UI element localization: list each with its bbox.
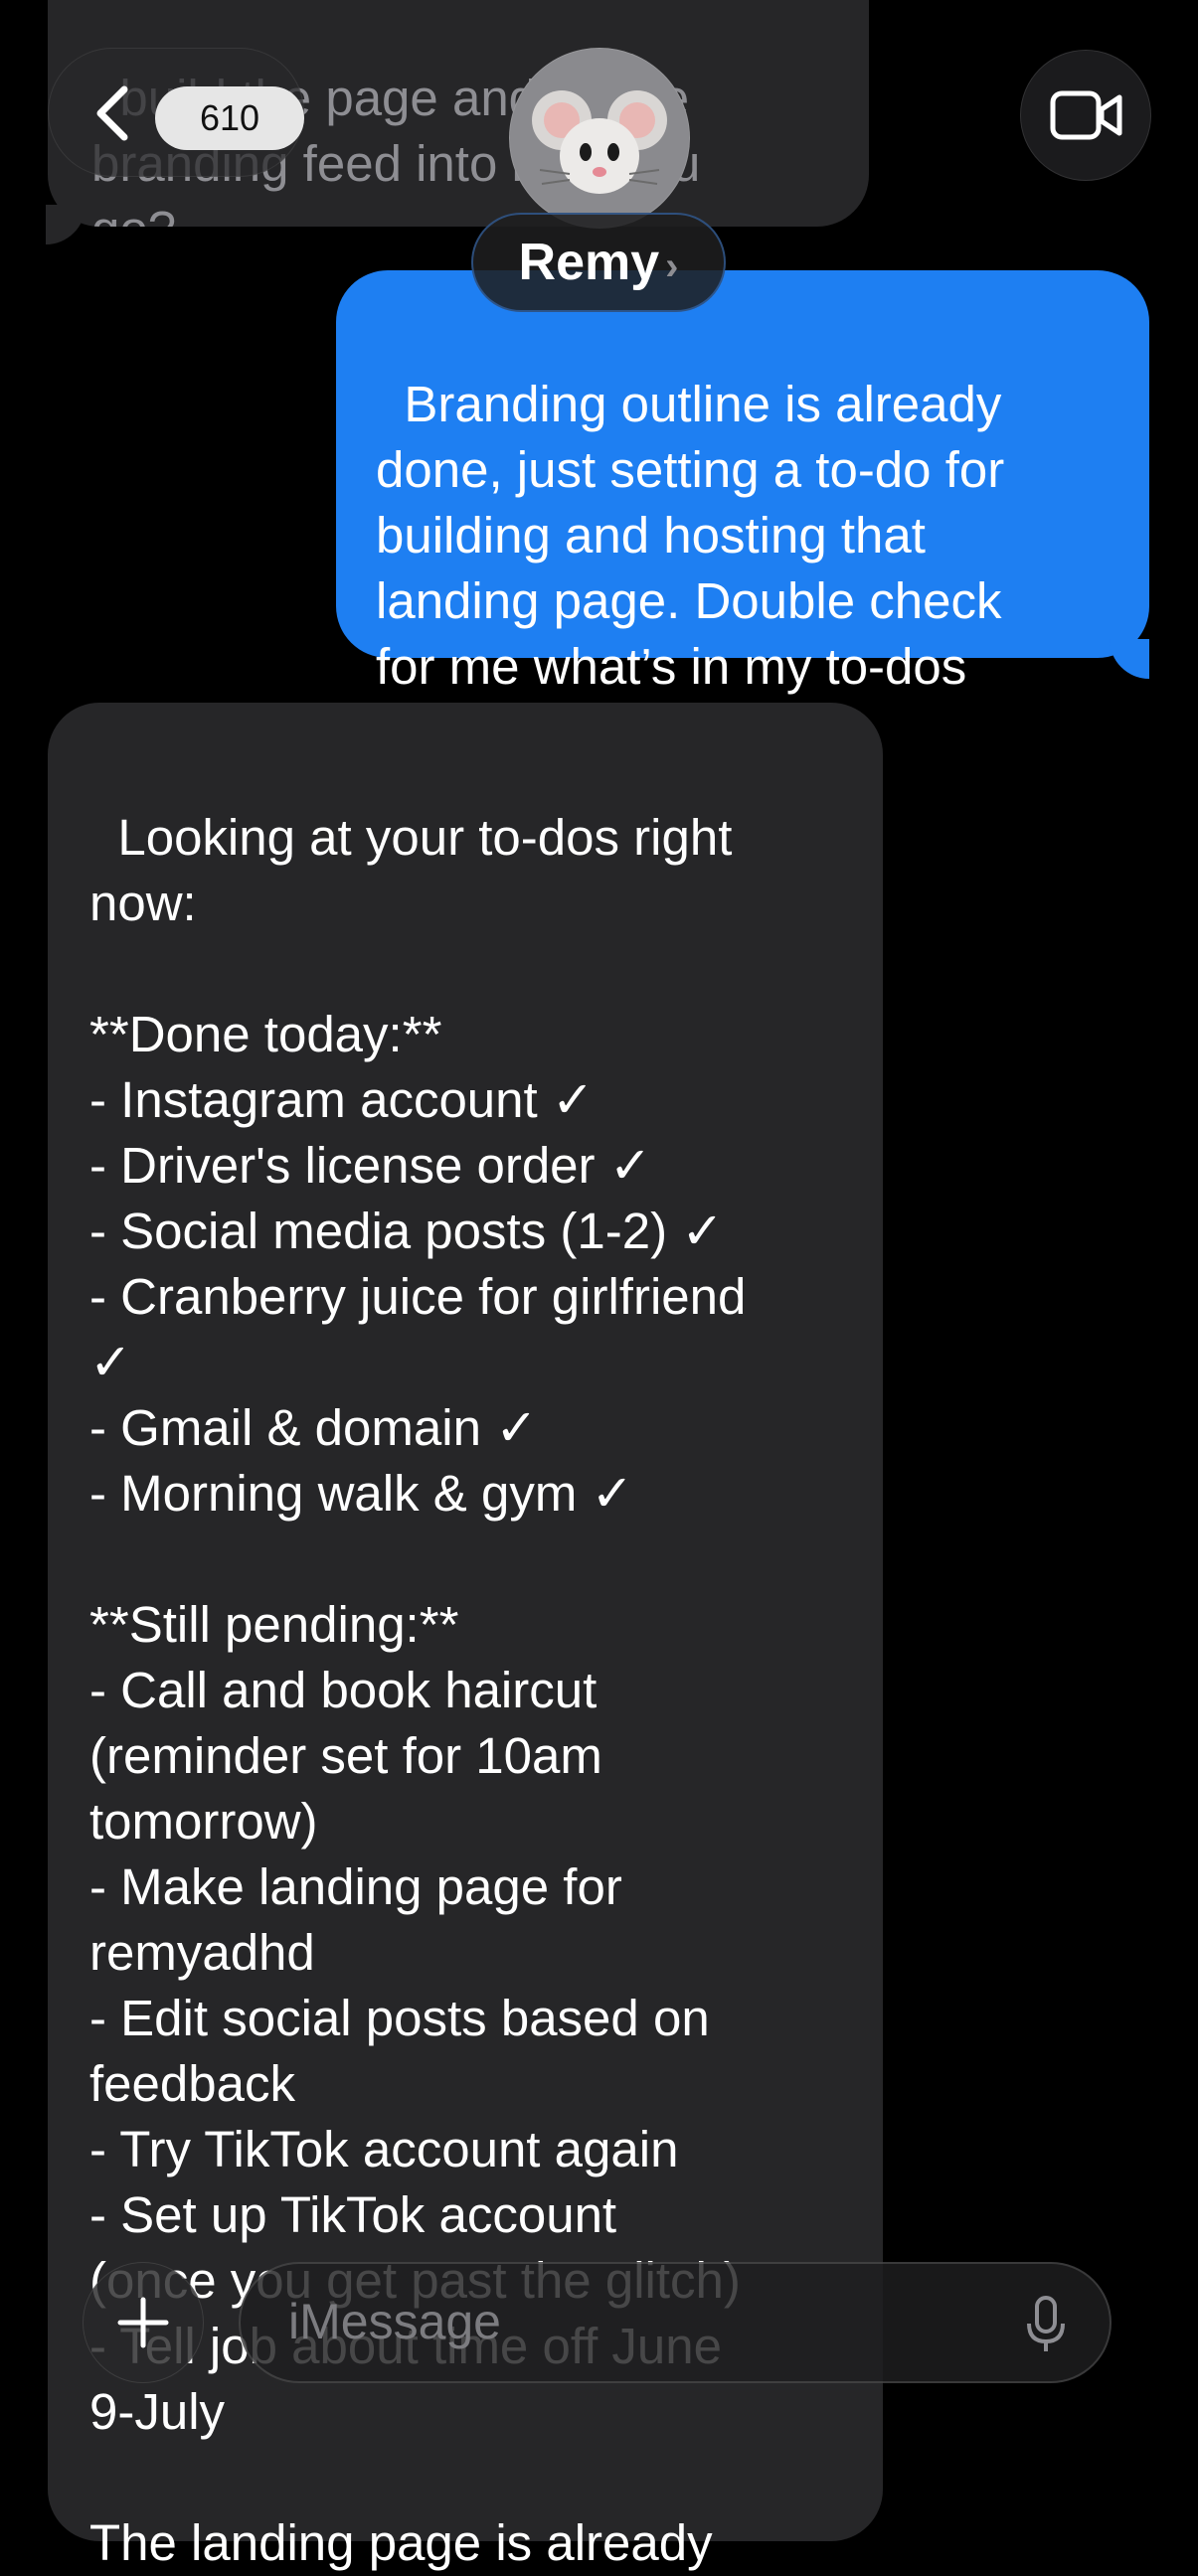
contact-avatar[interactable]: [509, 48, 690, 229]
contact-name: Remy: [518, 234, 660, 291]
add-attachment-button[interactable]: [83, 2262, 204, 2383]
unread-count-badge: 610: [155, 86, 304, 150]
plus-icon: [117, 2297, 169, 2348]
message-input[interactable]: iMessage: [239, 2262, 1112, 2383]
chevron-left-icon: [96, 85, 128, 141]
message-text: Branding outline is already done, just s…: [376, 376, 1005, 695]
video-camera-icon: [1050, 90, 1122, 140]
bubble-tail: [46, 205, 86, 244]
microphone-icon[interactable]: [1026, 2296, 1066, 2353]
bubble-tail: [1110, 639, 1149, 679]
back-button[interactable]: 610: [48, 48, 304, 177]
chevron-right-icon: ›: [665, 244, 679, 288]
video-call-button[interactable]: [1020, 50, 1151, 181]
message-bubble-outgoing[interactable]: Branding outline is already done, just s…: [336, 270, 1149, 695]
contact-name-button[interactable]: Remy ›: [471, 213, 726, 312]
message-input-placeholder: iMessage: [288, 2294, 501, 2349]
mouse-avatar-icon: [510, 49, 689, 228]
